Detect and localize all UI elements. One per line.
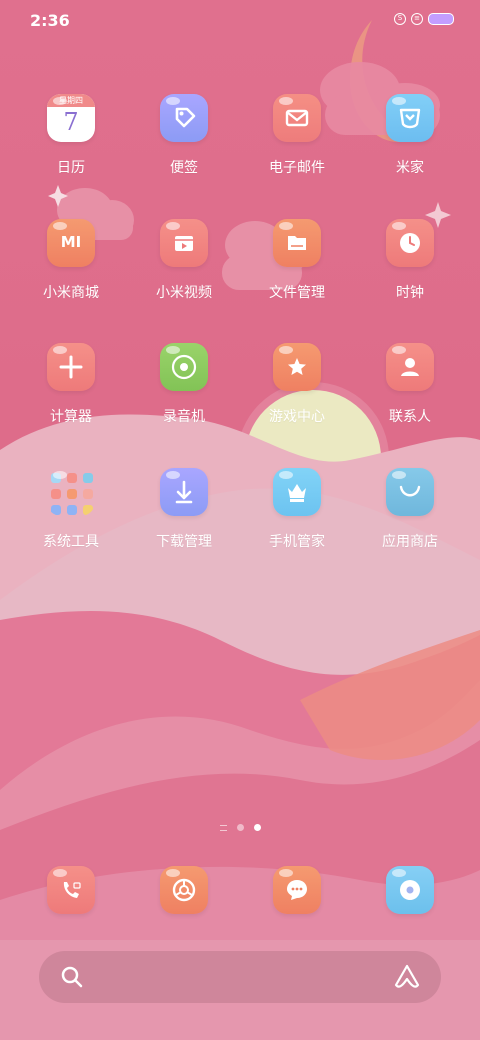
app-email[interactable]: 电子邮件 — [242, 94, 352, 177]
calendar-weekday: 星期四 — [47, 94, 95, 107]
app-clock[interactable]: 时钟 — [355, 219, 465, 302]
app-download-manager[interactable]: 下载管理 — [129, 468, 239, 551]
app-label: 小米视频 — [156, 285, 212, 301]
search-icon[interactable] — [60, 965, 84, 989]
app-label: 时钟 — [396, 285, 424, 301]
app-calendar[interactable]: 星期四 7 日历 — [16, 94, 126, 177]
app-file-manager[interactable]: 文件管理 — [242, 219, 352, 302]
folder-icon — [273, 219, 321, 267]
app-label: 系统工具 — [43, 534, 99, 550]
page-dot[interactable] — [236, 824, 244, 831]
app-label: 录音机 — [163, 409, 205, 425]
search-bar[interactable] — [39, 951, 441, 1003]
app-security[interactable]: 手机管家 — [242, 468, 352, 551]
s-badge-icon: S — [394, 13, 406, 25]
app-mi-video[interactable]: 小米视频 — [129, 219, 239, 302]
app-mijia[interactable]: 米家 — [355, 94, 465, 177]
security-icon — [273, 468, 321, 516]
app-game-center[interactable]: 游戏中心 — [242, 343, 352, 426]
status-bar: 2:36 S ≡ — [0, 0, 480, 42]
clock-icon — [386, 219, 434, 267]
page-dot-active[interactable] — [253, 824, 261, 831]
app-label: 游戏中心 — [269, 409, 325, 425]
status-time: 2:36 — [30, 11, 70, 30]
tag-icon — [160, 94, 208, 142]
mail-icon — [273, 94, 321, 142]
calendar-day: 7 — [63, 108, 79, 136]
app-label: 应用商店 — [382, 534, 438, 550]
app-mi-store[interactable]: MI 小米商城 — [16, 219, 126, 302]
video-icon — [160, 219, 208, 267]
folder-grid-icon — [47, 468, 95, 516]
browser-icon — [160, 866, 208, 914]
mijia-icon — [386, 94, 434, 142]
battery-icon — [428, 13, 454, 25]
app-notes[interactable]: 便签 — [129, 94, 239, 177]
music-icon — [386, 866, 434, 914]
app-label: 便签 — [170, 160, 198, 176]
mi-logo: MI — [60, 233, 82, 251]
app-label: 米家 — [396, 160, 424, 176]
sim-icon: ≡ — [411, 13, 423, 25]
mi-store-icon: MI — [47, 219, 95, 267]
app-contacts[interactable]: 联系人 — [355, 343, 465, 426]
contacts-icon — [386, 343, 434, 391]
page-indicator-widgets-icon[interactable] — [219, 824, 227, 831]
app-label: 手机管家 — [269, 534, 325, 550]
app-app-store[interactable]: 应用商店 — [355, 468, 465, 551]
app-system-tools-folder[interactable]: 系统工具 — [16, 468, 126, 551]
dock-phone[interactable] — [16, 866, 126, 914]
star-icon — [273, 343, 321, 391]
app-recorder[interactable]: 录音机 — [129, 343, 239, 426]
dock-messages[interactable] — [242, 866, 352, 914]
assistant-icon[interactable] — [393, 963, 421, 991]
calendar-icon: 星期四 7 — [47, 94, 95, 142]
app-label: 计算器 — [50, 409, 92, 425]
page-indicator — [0, 824, 480, 831]
messages-icon — [273, 866, 321, 914]
recorder-icon — [160, 343, 208, 391]
dock-music[interactable] — [355, 866, 465, 914]
app-label: 下载管理 — [156, 534, 212, 550]
app-label: 文件管理 — [269, 285, 325, 301]
app-store-icon — [386, 468, 434, 516]
phone-icon — [47, 866, 95, 914]
app-label: 日历 — [57, 160, 85, 176]
app-label: 小米商城 — [43, 285, 99, 301]
download-icon — [160, 468, 208, 516]
app-label: 电子邮件 — [269, 160, 325, 176]
dock-browser[interactable] — [129, 866, 239, 914]
calculator-icon — [47, 343, 95, 391]
app-label: 联系人 — [389, 409, 431, 425]
app-calculator[interactable]: 计算器 — [16, 343, 126, 426]
